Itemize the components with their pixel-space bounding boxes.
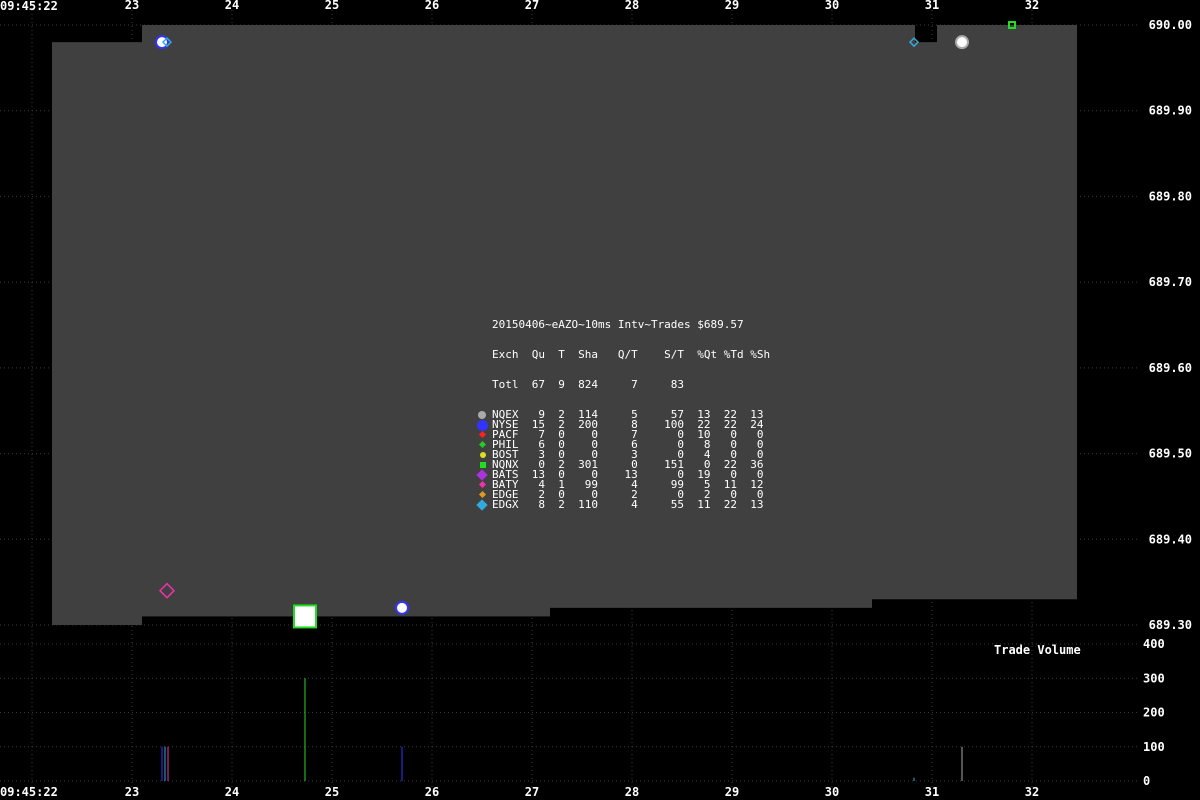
x-tick-label-top: 29 bbox=[725, 0, 739, 12]
legend-marker-icon bbox=[478, 480, 487, 489]
volume-tick-label: 400 bbox=[1143, 637, 1165, 651]
quote-band bbox=[915, 42, 937, 600]
quote-band bbox=[872, 25, 915, 600]
x-tick-label-top: 24 bbox=[225, 0, 239, 12]
x-tick-label-bottom: 32 bbox=[1025, 785, 1039, 799]
x-tick-label-top: 32 bbox=[1025, 0, 1039, 12]
x-tick-label-bottom: 23 bbox=[125, 785, 139, 799]
x-tick-label-top: 23 bbox=[125, 0, 139, 12]
x-tick-label-bottom: 26 bbox=[425, 785, 439, 799]
x-tick-label-top: 26 bbox=[425, 0, 439, 12]
volume-axis-label: Trade Volume bbox=[994, 643, 1081, 657]
x-tick-label-top: 28 bbox=[625, 0, 639, 12]
legend-marker-icon bbox=[476, 499, 488, 511]
legend-marker-icon bbox=[480, 462, 486, 468]
legend-row-text: EDGX 8 2 110 4 55 11 22 13 bbox=[492, 498, 764, 511]
legend-marker-icon bbox=[478, 411, 486, 419]
legend-row: PACF 7 0 0 7 0 10 0 0 bbox=[478, 429, 764, 440]
price-tick-label: 689.90 bbox=[1149, 104, 1192, 118]
start-time-bottom: 09:45:22 bbox=[0, 785, 58, 799]
volume-tick-label: 0 bbox=[1143, 774, 1150, 788]
legend-header: Exch Qu T Sha Q/T S/T %Qt %Td %Sh bbox=[492, 348, 771, 361]
price-tick-label: 689.60 bbox=[1149, 361, 1192, 375]
legend-marker-icon bbox=[480, 452, 486, 458]
x-tick-label-bottom: 31 bbox=[925, 785, 939, 799]
quote-band bbox=[937, 25, 1077, 600]
x-tick-label-bottom: 27 bbox=[525, 785, 539, 799]
legend-row: NQNX 0 2 301 0 151 0 22 36 bbox=[478, 459, 764, 470]
x-tick-label-top: 31 bbox=[925, 0, 939, 12]
legend-marker-icon bbox=[476, 469, 488, 481]
trade-marker-nqnx bbox=[293, 604, 317, 629]
price-tick-label: 689.30 bbox=[1149, 618, 1192, 632]
chart-canvas: 09:45:22 09:45:22 23 23 24 24 25 25 26 26 27 27 28 28… bbox=[0, 0, 1192, 799]
x-tick-label-bottom: 30 bbox=[825, 785, 839, 799]
x-tick-label-bottom: 28 bbox=[625, 785, 639, 799]
legend-row: EDGE 2 0 0 2 0 2 0 0 bbox=[478, 489, 764, 500]
legend-row: NYSE 15 2 200 8 100 22 22 24 bbox=[477, 419, 764, 431]
legend-row: NQEX 9 2 114 5 57 13 22 13 bbox=[478, 409, 764, 420]
price-tick-label: 690.00 bbox=[1149, 18, 1192, 32]
x-tick-label-bottom: 29 bbox=[725, 785, 739, 799]
volume-tick-label: 300 bbox=[1143, 671, 1165, 685]
legend-marker-icon bbox=[478, 430, 487, 439]
volume-tick-label: 200 bbox=[1143, 706, 1165, 720]
start-time-top: 09:45:22 bbox=[0, 0, 58, 13]
price-tick-label: 689.40 bbox=[1149, 532, 1192, 546]
legend-row: BATY 4 1 99 4 99 5 11 12 bbox=[478, 479, 764, 490]
exchange-legend: 20150406~eAZO~10ms Intv~Trades $689.57 E… bbox=[476, 300, 770, 520]
x-tick-label-top: 25 bbox=[325, 0, 339, 12]
x-tick-label-top: 27 bbox=[525, 0, 539, 12]
trade-marker-nyse bbox=[395, 600, 409, 615]
price-tick-label: 689.80 bbox=[1149, 189, 1192, 203]
legend-row: BOST 3 0 0 3 0 4 0 0 bbox=[478, 449, 764, 460]
x-tick-label-bottom: 25 bbox=[325, 785, 339, 799]
legend-row: BATS 13 0 0 13 0 19 0 0 bbox=[476, 469, 764, 481]
quote-band bbox=[52, 42, 142, 625]
legend-title: 20150406~eAZO~10ms Intv~Trades $689.57 bbox=[492, 318, 744, 331]
legend-marker-icon bbox=[478, 440, 487, 449]
legend-row: EDGX 8 2 110 4 55 11 22 13 bbox=[476, 499, 764, 511]
legend-row: PHIL 6 0 0 6 0 8 0 0 bbox=[478, 439, 764, 450]
x-tick-label-top: 30 bbox=[825, 0, 839, 12]
x-tick-label-bottom: 24 bbox=[225, 785, 239, 799]
price-tick-label: 689.70 bbox=[1149, 275, 1192, 289]
quote-band bbox=[550, 25, 872, 608]
trade-marker-nqex bbox=[955, 35, 969, 50]
quote-band bbox=[142, 25, 275, 617]
legend-total: Totl 67 9 824 7 83 bbox=[492, 378, 685, 391]
price-tick-label: 689.50 bbox=[1149, 447, 1192, 461]
legend-marker-icon bbox=[478, 490, 487, 499]
volume-tick-label: 100 bbox=[1143, 740, 1165, 754]
